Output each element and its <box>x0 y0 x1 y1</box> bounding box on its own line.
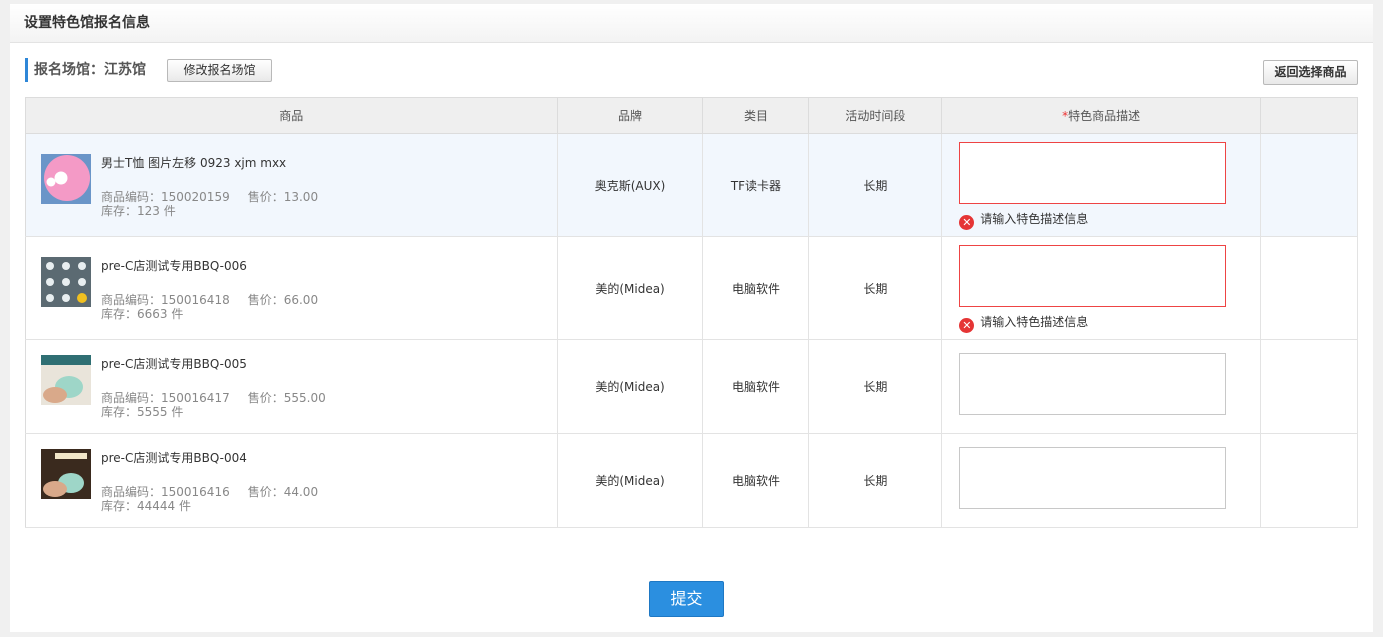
description-error: ✕ 请输入特色描述信息 <box>959 313 1088 333</box>
product-cell: pre-C店测试专用BBQ-005 商品编码：150016417 售价：555.0… <box>25 339 558 434</box>
table-row: pre-C店测试专用BBQ-004 商品编码：150016416 售价：44.00… <box>25 433 1358 528</box>
period-cell: 长期 <box>808 433 943 528</box>
product-thumbnail[interactable] <box>41 257 91 307</box>
product-info: 男士T恤 图片左移 0923 xjm mxx 商品编码：150020159 售价：… <box>101 154 318 218</box>
extra-cell <box>1260 133 1358 237</box>
product-stock: 库存：44444 件 <box>101 499 191 513</box>
error-text: 请输入特色描述信息 <box>980 315 1089 329</box>
product-price: 售价：44.00 <box>247 485 319 499</box>
table-row: pre-C店测试专用BBQ-005 商品编码：150016417 售价：555.0… <box>25 339 1358 434</box>
submit-button[interactable]: 提交 <box>649 581 724 617</box>
category-cell: TF读卡器 <box>702 133 810 237</box>
error-icon: ✕ <box>959 318 975 333</box>
col-header-product: 商品 <box>25 97 558 134</box>
brand-cell: 美的(Midea) <box>557 236 704 340</box>
product-price: 售价：555.00 <box>247 391 326 405</box>
description-input[interactable] <box>959 447 1227 509</box>
extra-cell <box>1260 433 1358 528</box>
venue-row: 报名场馆：江苏馆 修改报名场馆 返回选择商品 <box>25 58 1358 85</box>
category-cell: 电脑软件 <box>702 433 810 528</box>
col-header-description-label: 特色商品描述 <box>1068 109 1141 123</box>
period-cell: 长期 <box>808 133 943 237</box>
col-header-period: 活动时间段 <box>808 97 943 134</box>
col-header-brand: 品牌 <box>557 97 704 134</box>
product-cell: pre-C店测试专用BBQ-006 商品编码：150016418 售价：66.00… <box>25 236 558 340</box>
table-row: pre-C店测试专用BBQ-006 商品编码：150016418 售价：66.00… <box>25 236 1358 340</box>
product-code: 商品编码：150016417 <box>101 391 230 405</box>
product-price: 售价：66.00 <box>247 293 319 307</box>
product-stock: 库存：6663 件 <box>101 307 184 321</box>
category-cell: 电脑软件 <box>702 339 810 434</box>
venue-accent-bar <box>25 58 28 82</box>
back-to-select-button[interactable]: 返回选择商品 <box>1263 60 1358 85</box>
product-name[interactable]: pre-C店测试专用BBQ-006 <box>101 257 318 274</box>
extra-cell <box>1260 339 1358 434</box>
table-header-row: 商品 品牌 类目 活动时间段 *特色商品描述 <box>25 97 1358 134</box>
product-price: 售价：13.00 <box>247 190 319 204</box>
modify-venue-button[interactable]: 修改报名场馆 <box>167 59 272 82</box>
error-text: 请输入特色描述信息 <box>980 212 1089 226</box>
product-code: 商品编码：150016416 <box>101 485 230 499</box>
description-input[interactable] <box>959 245 1227 307</box>
col-header-description: *特色商品描述 <box>941 97 1262 134</box>
product-code: 商品编码：150020159 <box>101 190 230 204</box>
product-code: 商品编码：150016418 <box>101 293 230 307</box>
product-stock: 库存：123 件 <box>101 204 176 218</box>
product-stock: 库存：5555 件 <box>101 405 184 419</box>
period-cell: 长期 <box>808 339 943 434</box>
brand-cell: 美的(Midea) <box>557 339 704 434</box>
product-cell: 男士T恤 图片左移 0923 xjm mxx 商品编码：150020159 售价：… <box>25 133 558 237</box>
product-table: 商品 品牌 类目 活动时间段 *特色商品描述 男士T恤 图片左移 0923 xj… <box>25 97 1358 528</box>
product-info: pre-C店测试专用BBQ-004 商品编码：150016416 售价：44.00… <box>101 449 318 513</box>
description-cell: ✕ 请输入特色描述信息 <box>941 236 1262 340</box>
product-name[interactable]: 男士T恤 图片左移 0923 xjm mxx <box>101 154 318 171</box>
col-header-extra <box>1260 97 1358 134</box>
product-name[interactable]: pre-C店测试专用BBQ-004 <box>101 449 318 466</box>
description-cell <box>941 339 1262 434</box>
brand-cell: 奥克斯(AUX) <box>557 133 704 237</box>
page-title: 设置特色馆报名信息 <box>10 4 1373 43</box>
category-cell: 电脑软件 <box>702 236 810 340</box>
product-info: pre-C店测试专用BBQ-006 商品编码：150016418 售价：66.00… <box>101 257 318 321</box>
brand-cell: 美的(Midea) <box>557 433 704 528</box>
period-cell: 长期 <box>808 236 943 340</box>
description-input[interactable] <box>959 142 1227 204</box>
settings-panel: 设置特色馆报名信息 报名场馆：江苏馆 修改报名场馆 返回选择商品 商品 品牌 类… <box>10 4 1373 632</box>
description-cell: ✕ 请输入特色描述信息 <box>941 133 1262 237</box>
description-error: ✕ 请输入特色描述信息 <box>959 210 1088 230</box>
product-info: pre-C店测试专用BBQ-005 商品编码：150016417 售价：555.0… <box>101 355 326 419</box>
description-cell <box>941 433 1262 528</box>
product-thumbnail[interactable] <box>41 449 91 499</box>
extra-cell <box>1260 236 1358 340</box>
venue-label: 报名场馆：江苏馆 <box>34 62 146 78</box>
error-icon: ✕ <box>959 215 975 230</box>
col-header-category: 类目 <box>702 97 810 134</box>
description-input[interactable] <box>959 353 1227 415</box>
product-thumbnail[interactable] <box>41 154 91 204</box>
table-row: 男士T恤 图片左移 0923 xjm mxx 商品编码：150020159 售价：… <box>25 133 1358 237</box>
product-cell: pre-C店测试专用BBQ-004 商品编码：150016416 售价：44.00… <box>25 433 558 528</box>
product-name[interactable]: pre-C店测试专用BBQ-005 <box>101 355 326 372</box>
product-thumbnail[interactable] <box>41 355 91 405</box>
